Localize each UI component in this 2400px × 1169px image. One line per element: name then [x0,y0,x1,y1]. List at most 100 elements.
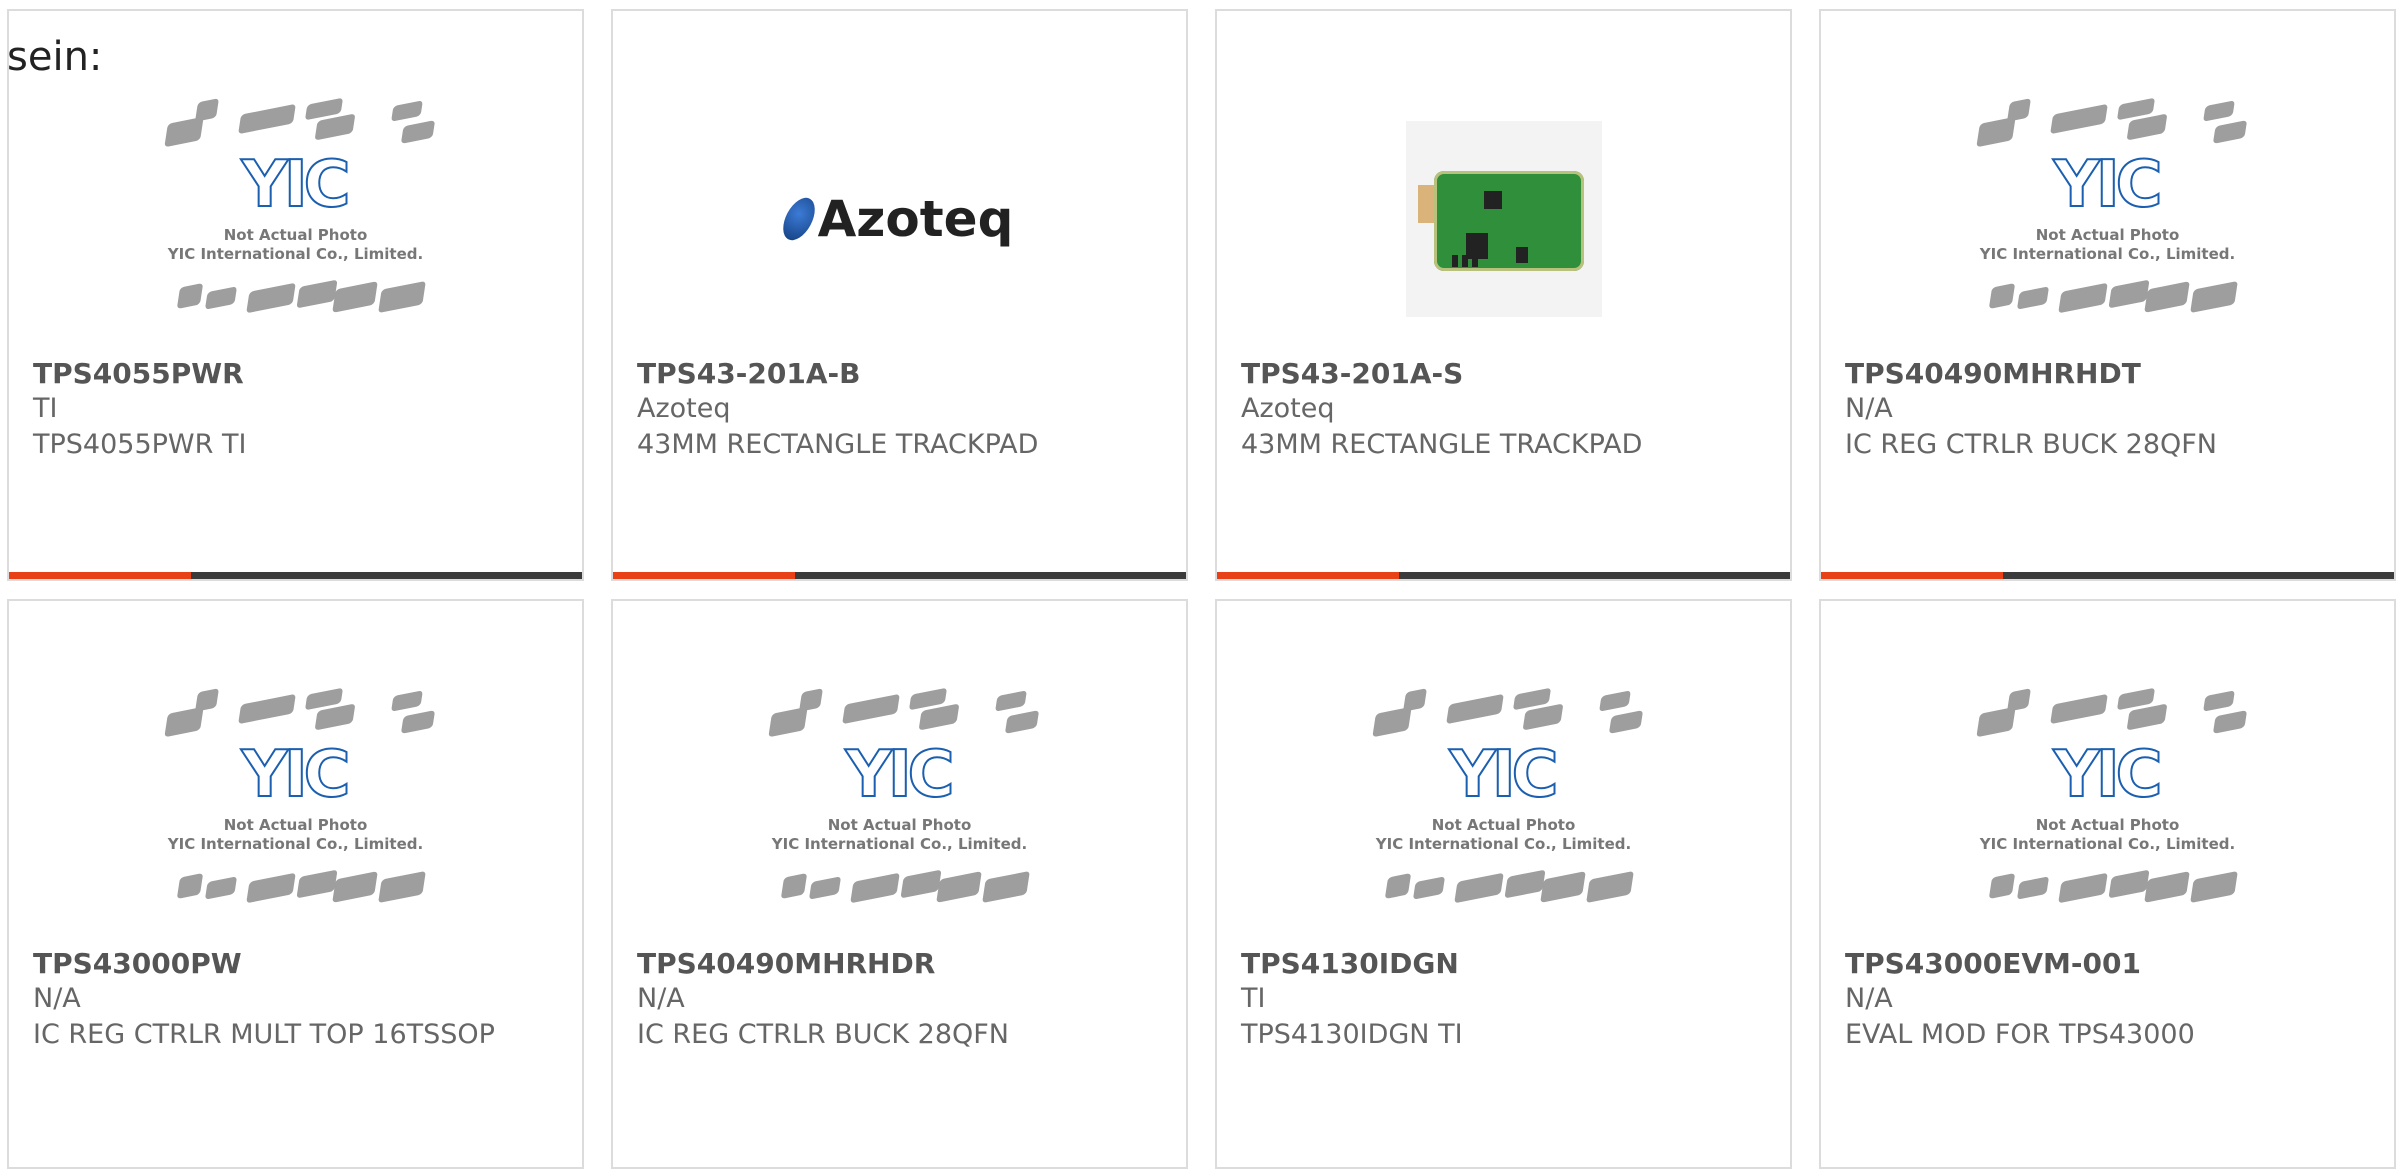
chip-icon [981,870,1030,904]
part-number-link[interactable]: TPS40490MHRHDT [1845,357,2141,390]
image-caption-line: Not Actual Photo [223,226,368,244]
component-icon [1451,255,1458,267]
chip-icon [2057,872,2108,904]
image-caption-line: YIC International Co., Limited. [1979,245,2236,263]
chip-icon [798,688,823,712]
product-image[interactable]: YIC Not Actual Photo YIC International Co.… [1821,93,2394,345]
chip-icon [194,98,219,122]
chip-icon [2126,703,2167,731]
chip-icon [1988,872,2015,900]
part-number-link[interactable]: TPS43-201A-B [637,357,860,390]
chip-icon [1004,710,1039,734]
product-image[interactable]: Azoteq [613,93,1186,345]
chip-icon [849,872,900,904]
chip-icon [194,688,219,712]
image-caption-line: YIC International Co., Limited. [1375,835,1632,853]
image-caption-line: Not Actual Photo [827,816,972,834]
description-text: EVAL MOD FOR TPS43000 [1845,1019,2195,1050]
chip-icon [918,703,959,731]
yic-placeholder-image[interactable]: YIC Not Actual Photo YIC International Co.… [163,683,435,935]
image-caption-line: Not Actual Photo [2035,816,2180,834]
chip-icon [2016,876,2049,900]
chip-icon [2189,280,2238,314]
chip-icon [1988,282,2015,310]
chip-icon [245,282,296,314]
chip-icon [176,282,203,310]
chip-icon [176,872,203,900]
chip-icon [1384,872,1411,900]
chip-icon [2202,100,2235,122]
part-number-link[interactable]: TPS4130IDGN [1241,947,1459,980]
card-accent-bar [1217,572,1790,579]
product-card[interactable]: YIC Not Actual Photo YIC International Co.… [1819,599,2396,1169]
chip-icon [390,100,423,122]
chip-icon [2107,279,2150,309]
chip-icon [295,869,338,899]
chip-icon [2107,869,2150,899]
image-caption-line: Not Actual Photo [2035,226,2180,244]
manufacturer-text: Azoteq [1241,393,1335,424]
part-number-link[interactable]: TPS43-201A-S [1241,357,1463,390]
product-card[interactable]: YIC Not Actual Photo YIC International Co.… [1215,599,1792,1169]
chip-icon [331,871,378,903]
image-caption-line: YIC International Co., Limited. [771,835,1028,853]
chip-icon [245,872,296,904]
manufacturer-text: N/A [637,983,685,1014]
manufacturer-text: TI [1241,983,1266,1014]
chip-icon [2143,871,2190,903]
part-number-link[interactable]: TPS4055PWR [33,357,244,390]
chip-icon [314,703,355,731]
product-card[interactable]: YIC Not Actual Photo YIC International Co.… [611,599,1188,1169]
image-caption: Not Actual Photo YIC International Co., L… [1977,226,2239,264]
chip-icon [1522,703,1563,731]
azoteq-logo-image[interactable]: Azoteq [776,190,1013,248]
yic-placeholder-image[interactable]: YIC Not Actual Photo YIC International Co.… [1975,683,2247,935]
chip-icon [2049,103,2108,135]
product-card[interactable]: Azoteq TPS43-201A-B Azoteq 43MM RECTANGLE T… [611,9,1188,581]
chip-icon [237,103,296,135]
chip-icon [841,693,900,725]
chip-icon [1598,690,1631,712]
image-caption-line: Not Actual Photo [223,816,368,834]
part-number-link[interactable]: TPS43000PW [33,947,242,980]
image-caption: Not Actual Photo YIC International Co., L… [1977,816,2239,854]
card-accent-bar [1821,572,2394,579]
azoteq-mark-icon [776,192,821,246]
product-image[interactable]: YIC Not Actual Photo YIC International Co.… [613,683,1186,935]
product-image[interactable]: YIC Not Actual Photo YIC International Co.… [1217,683,1790,935]
part-number-link[interactable]: TPS43000EVM-001 [1845,947,2141,980]
yic-logo: YIC [240,737,351,813]
chip-icon [1445,693,1504,725]
chip-icon [1412,876,1445,900]
product-card[interactable]: YIC Not Actual Photo YIC International Co.… [1819,9,2396,581]
product-card[interactable]: YIC Not Actual Photo YIC International Co.… [7,9,584,581]
yic-logo: YIC [1448,737,1559,813]
intro-text: sein: [7,34,103,80]
manufacturer-text: N/A [1845,393,1893,424]
chip-icon [2212,120,2247,144]
chip-icon [295,279,338,309]
part-number-link[interactable]: TPS40490MHRHDR [637,947,935,980]
manufacturer-text: N/A [33,983,81,1014]
description-text: 43MM RECTANGLE TRACKPAD [1241,429,1643,460]
product-image[interactable]: YIC Not Actual Photo YIC International Co.… [9,93,582,345]
yic-placeholder-image[interactable]: YIC Not Actual Photo YIC International Co.… [767,683,1039,935]
yic-placeholder-image[interactable]: YIC Not Actual Photo YIC International Co.… [1371,683,1643,935]
product-image[interactable] [1217,93,1790,345]
yic-placeholder-image[interactable]: YIC Not Actual Photo YIC International Co.… [163,93,435,345]
product-card[interactable]: YIC Not Actual Photo YIC International Co.… [7,599,584,1169]
chip-icon [1539,871,1586,903]
chip-icon [780,872,807,900]
trackpad-photo[interactable] [1405,121,1602,317]
product-image[interactable]: YIC Not Actual Photo YIC International Co.… [9,683,582,935]
yic-placeholder-image[interactable]: YIC Not Actual Photo YIC International Co.… [1975,93,2247,345]
chip-icon [1453,872,1504,904]
product-card[interactable]: TPS43-201A-S Azoteq 43MM RECTANGLE TRACKPA… [1215,9,1792,581]
chip-icon [2126,113,2167,141]
chip-icon [204,286,237,310]
product-image[interactable]: YIC Not Actual Photo YIC International Co.… [1821,683,2394,935]
manufacturer-text: Azoteq [637,393,731,424]
chip-icon [1608,710,1643,734]
chip-icon [314,113,355,141]
chip-icon [400,120,435,144]
